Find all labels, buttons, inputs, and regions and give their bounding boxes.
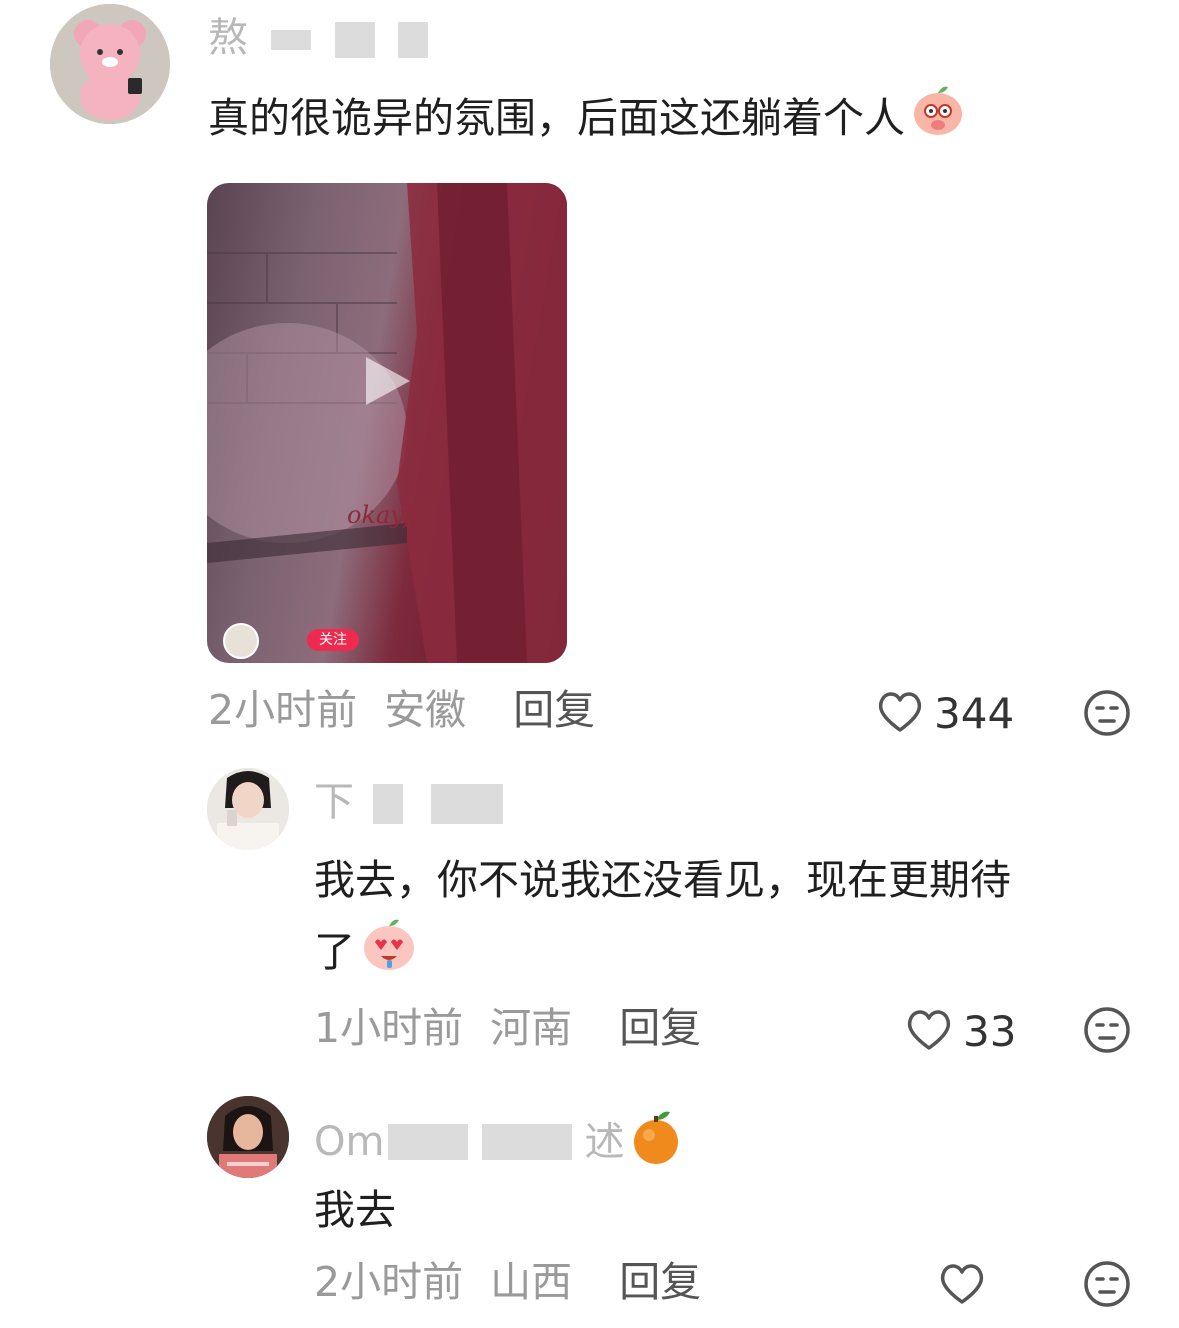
comment-username[interactable]: 下 xyxy=(314,779,504,825)
comment-time: 2小时前 xyxy=(314,1258,464,1306)
neutral-face-icon[interactable] xyxy=(1083,1260,1131,1312)
comment-text: 我去 xyxy=(314,1186,396,1234)
username-redacted xyxy=(335,22,376,58)
video-frame-image xyxy=(207,183,567,663)
avatar[interactable] xyxy=(50,4,170,124)
like-button[interactable] xyxy=(938,1262,996,1310)
heart-outline-icon xyxy=(938,1262,986,1310)
username-text: 熬 xyxy=(208,15,248,61)
orange-emoji-icon xyxy=(630,1110,682,1173)
heart-outline-icon xyxy=(876,690,924,738)
comment-time: 1小时前 xyxy=(314,1004,464,1052)
avatar[interactable] xyxy=(207,1096,289,1178)
comment-text: 真的很诡异的氛围，后面这还躺着个人 xyxy=(208,82,965,159)
girl-avatar-image xyxy=(207,768,289,850)
video-watermark: okayfi xyxy=(347,501,420,529)
like-button[interactable]: 344 xyxy=(876,690,1014,738)
username-text: 下 xyxy=(314,779,354,825)
username-redacted xyxy=(388,1123,469,1160)
like-count: 33 xyxy=(963,1007,1017,1056)
username-redacted xyxy=(372,784,403,824)
avatar[interactable] xyxy=(207,768,289,850)
heart-eyes-emoji-icon xyxy=(361,916,417,994)
username-redacted xyxy=(270,30,311,50)
neutral-face-icon[interactable] xyxy=(1083,689,1131,741)
follow-button[interactable]: 关注 xyxy=(307,629,359,651)
neutral-face-icon[interactable] xyxy=(1083,1006,1131,1058)
comment-username[interactable]: Om 述 xyxy=(314,1110,682,1173)
heart-outline-icon xyxy=(905,1008,953,1056)
comment-time: 2小时前 xyxy=(208,686,358,734)
reply-button[interactable]: 回复 xyxy=(619,1004,701,1052)
username-text: Om xyxy=(314,1118,385,1165)
comment-meta: 1小时前 河南 回复 xyxy=(314,1008,701,1049)
comment-meta: 2小时前 安徽 回复 xyxy=(208,690,595,731)
reply-button[interactable]: 回复 xyxy=(513,686,595,734)
comment-location: 河南 xyxy=(490,1004,573,1052)
username-redacted xyxy=(482,1123,573,1160)
username-text: 述 xyxy=(584,1118,625,1165)
comment-location: 山西 xyxy=(490,1258,573,1306)
comment-meta: 2小时前 山西 回复 xyxy=(314,1262,701,1303)
video-thumbnail[interactable]: okayfi 关注 xyxy=(207,183,567,663)
username-redacted xyxy=(398,22,429,58)
like-button[interactable]: 33 xyxy=(905,1008,1016,1056)
comment-location: 安徽 xyxy=(384,686,467,734)
like-count: 344 xyxy=(934,689,1015,738)
teddy-bear-avatar-image xyxy=(50,4,170,124)
play-icon[interactable] xyxy=(362,353,414,413)
username-redacted xyxy=(431,784,504,824)
video-author-avatar[interactable] xyxy=(223,623,259,659)
comment-username[interactable]: 熬 xyxy=(208,15,429,61)
embarrassed-emoji-icon xyxy=(911,83,965,159)
comment-text: 我去，你不说我还没看见，现在更期待 了 xyxy=(314,844,1154,994)
reply-button[interactable]: 回复 xyxy=(619,1258,701,1306)
woman-avatar-image xyxy=(207,1096,289,1178)
